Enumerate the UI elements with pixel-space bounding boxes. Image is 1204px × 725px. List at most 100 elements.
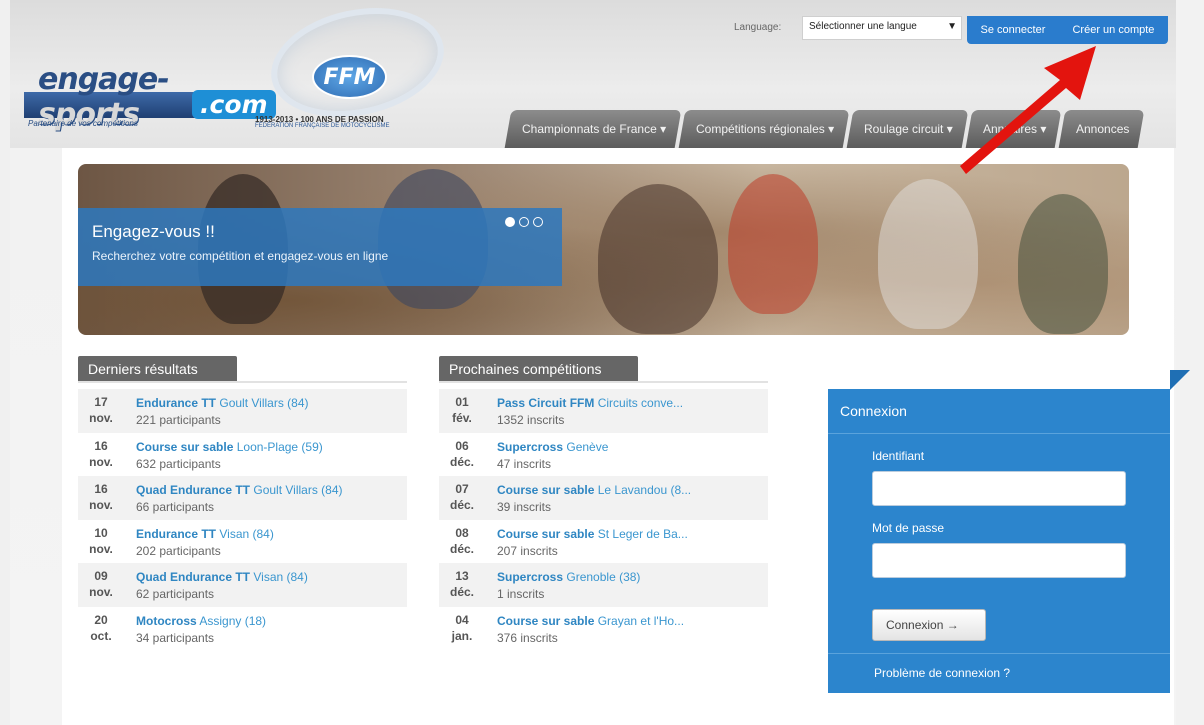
slide-dot-3[interactable]	[533, 217, 543, 227]
event-place: Goult Villars (84)	[219, 396, 309, 410]
event-month: oct.	[90, 628, 112, 643]
slide-dot-2[interactable]	[519, 217, 529, 227]
event-count: 66 participants	[136, 500, 215, 514]
list-item[interactable]: 09 nov. Quad Endurance TT Visan (84) 62 par…	[78, 563, 407, 607]
language-select-value: Sélectionner une langue	[809, 21, 917, 32]
list-item[interactable]: 04 jan. Course sur sable Grayan et l'Ho...…	[439, 607, 768, 651]
event-link[interactable]: Course sur sable Le Lavandou (8...	[497, 483, 691, 497]
language-select[interactable]: Sélectionner une langue ▼	[802, 16, 962, 40]
hero-photo-rider	[878, 179, 978, 329]
list-item[interactable]: 16 nov. Course sur sable Loon-Plage (59) 63…	[78, 433, 407, 477]
event-category: Course sur sable	[497, 526, 595, 541]
list-item[interactable]: 13 déc. Supercross Grenoble (38) 1 inscrits	[439, 563, 768, 607]
event-link[interactable]: Quad Endurance TT Visan (84)	[136, 570, 308, 584]
event-link[interactable]: Pass Circuit FFM Circuits conve...	[497, 396, 683, 410]
list-item[interactable]: 17 nov. Endurance TT Goult Villars (84) 221…	[78, 389, 407, 433]
event-month: nov.	[89, 454, 113, 469]
event-count: 1352 inscrits	[497, 413, 565, 427]
hero-photo-rider	[598, 184, 718, 334]
login-link[interactable]: Se connecter	[981, 24, 1046, 36]
username-field[interactable]	[872, 471, 1126, 506]
event-month: déc.	[449, 498, 474, 512]
red-arrow-annotation	[960, 46, 1096, 174]
hero-caption: Engagez-vous !! Recherchez votre compéti…	[78, 208, 562, 286]
left-margin	[0, 0, 10, 725]
login-help-link[interactable]: Problème de connexion ?	[874, 666, 1010, 680]
event-month: nov.	[89, 411, 113, 425]
event-day: 08	[455, 525, 469, 540]
event-day: 16	[94, 438, 108, 453]
event-count: 62 participants	[136, 587, 215, 601]
event-place: Visan (84)	[253, 570, 308, 584]
event-link[interactable]: Supercross Genève	[497, 440, 608, 454]
upcoming-list: 01 fév. Pass Circuit FFM Circuits conve...…	[439, 389, 768, 650]
hero-photo-rider	[1018, 194, 1108, 334]
login-title: Connexion	[840, 403, 907, 419]
hero-photo-rider	[728, 174, 818, 314]
list-item[interactable]: 08 déc. Course sur sable St Leger de Ba...…	[439, 520, 768, 564]
event-category: Pass Circuit FFM	[497, 396, 595, 410]
event-link[interactable]: Motocross Assigny (18)	[136, 614, 266, 628]
language-label: Language:	[734, 22, 782, 33]
event-place: Loon-Plage (59)	[236, 439, 323, 454]
slide-indicators	[505, 217, 543, 227]
nav-competitions-label: Compétitions régionales ▾	[696, 122, 835, 136]
signup-link[interactable]: Créer un compte	[1072, 24, 1154, 36]
arrow-shape	[960, 46, 1096, 174]
list-item[interactable]: 07 déc. Course sur sable Le Lavandou (8...…	[439, 476, 768, 520]
event-place: Grayan et l'Ho...	[597, 613, 685, 628]
event-count: 47 inscrits	[497, 456, 552, 471]
event-day: 10	[94, 525, 108, 540]
hero-title: Engagez-vous !!	[92, 222, 215, 241]
event-month: fév.	[452, 411, 472, 425]
event-month: déc.	[449, 585, 474, 599]
event-link[interactable]: Endurance TT Goult Villars (84)	[136, 396, 309, 410]
event-day: 09	[94, 569, 108, 583]
event-link[interactable]: Course sur sable Loon-Plage (59)	[136, 440, 323, 454]
site-logo[interactable]: engage-sports .com Partenaire de vos com…	[24, 44, 276, 140]
event-day: 04	[455, 612, 469, 627]
event-day: 07	[455, 482, 469, 496]
event-link[interactable]: Course sur sable Grayan et l'Ho...	[497, 614, 684, 628]
event-month: déc.	[449, 454, 474, 469]
ffm-logo: FFM	[312, 55, 387, 99]
slide-dot-1[interactable]	[505, 217, 515, 227]
event-place: Assigny (18)	[199, 613, 267, 628]
event-month: jan.	[451, 628, 473, 643]
list-item[interactable]: 16 nov. Quad Endurance TT Goult Villars (8…	[78, 476, 407, 520]
list-item[interactable]: 01 fév. Pass Circuit FFM Circuits conve...…	[439, 389, 768, 433]
event-place: St Leger de Ba...	[597, 526, 688, 541]
login-submit-button[interactable]: Connexion →	[872, 609, 986, 641]
event-month: déc.	[449, 541, 474, 556]
event-link[interactable]: Course sur sable St Leger de Ba...	[497, 527, 688, 541]
event-link[interactable]: Endurance TT Visan (84)	[136, 527, 274, 541]
event-link[interactable]: Supercross Grenoble (38)	[497, 570, 640, 584]
event-link[interactable]: Quad Endurance TT Goult Villars (84)	[136, 483, 343, 497]
event-day: 16	[94, 482, 108, 496]
logo-tagline: Partenaire de vos compétitions	[28, 119, 138, 128]
event-category: Quad Endurance TT	[136, 570, 251, 584]
nav-championnats[interactable]: Championnats de France ▾	[504, 110, 682, 148]
logo-word-engage: engage-	[38, 62, 170, 97]
results-divider	[78, 381, 407, 383]
event-place: Circuits conve...	[597, 396, 684, 410]
event-day: 17	[94, 395, 108, 409]
event-count: 376 inscrits	[497, 630, 558, 645]
event-category: Endurance TT	[136, 396, 217, 410]
login-separator	[828, 653, 1170, 654]
event-place: Genève	[566, 439, 609, 454]
event-place: Goult Villars (84)	[253, 483, 343, 497]
event-day: 06	[455, 438, 469, 453]
event-count: 34 participants	[136, 630, 215, 645]
event-count: 1 inscrits	[497, 587, 545, 601]
list-item[interactable]: 06 déc. Supercross Genève 47 inscrits	[439, 433, 768, 477]
list-item[interactable]: 20 oct. Motocross Assigny (18) 34 participa…	[78, 607, 407, 651]
event-month: nov.	[89, 541, 113, 556]
password-field[interactable]	[872, 543, 1126, 578]
event-place: Le Lavandou (8...	[597, 483, 692, 497]
list-item[interactable]: 10 nov. Endurance TT Visan (84) 202 partici…	[78, 520, 407, 564]
ffm-federation: FÉDÉRATION FRANÇAISE DE MOTOCYCLISME	[255, 123, 390, 129]
nav-competitions-regionales[interactable]: Compétitions régionales ▾	[678, 110, 850, 148]
event-count: 207 inscrits	[497, 543, 558, 558]
nav-championnats-label: Championnats de France ▾	[522, 122, 667, 136]
